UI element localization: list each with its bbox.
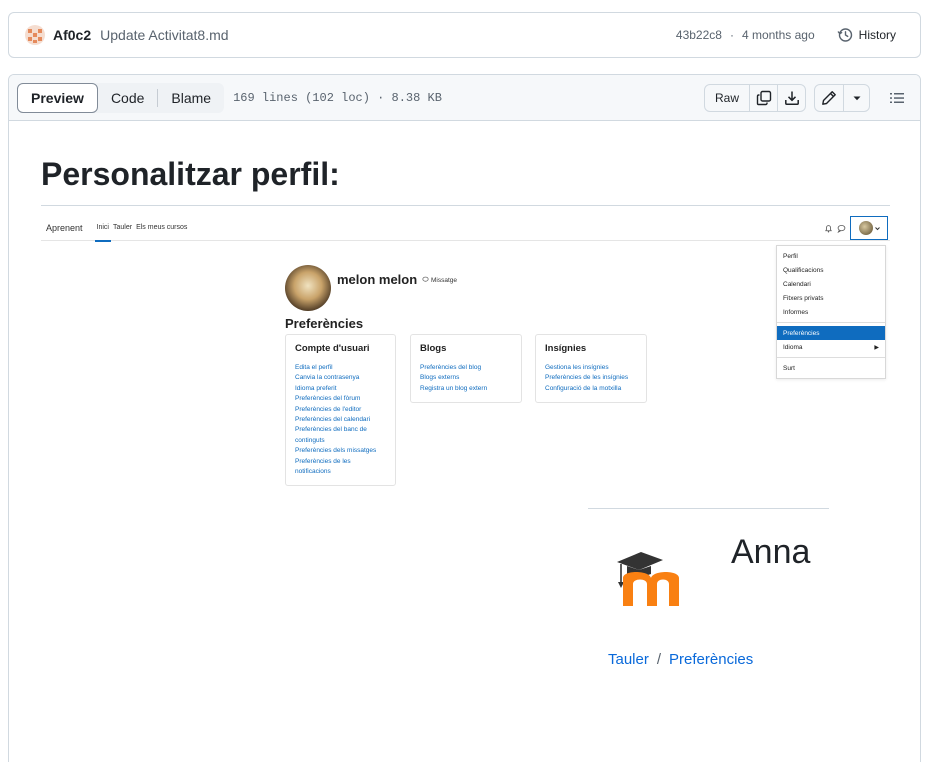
list-icon bbox=[890, 92, 904, 103]
moodle-preferences-title: Preferències bbox=[285, 316, 364, 331]
page-heading: Personalitzar perfil: bbox=[41, 156, 890, 206]
history-icon bbox=[837, 28, 852, 42]
moodle-user-dropdown: Perfil Qualificacions Calendari Fitxers … bbox=[776, 245, 886, 379]
moodle-link: Canvia la contrasenya bbox=[295, 374, 360, 382]
outline-button[interactable] bbox=[882, 84, 912, 112]
moodle-card-title: Insígnies bbox=[545, 343, 587, 354]
download-button[interactable] bbox=[777, 84, 805, 111]
moodle-link: Preferències dels missatges bbox=[295, 447, 377, 455]
moodle-user-menu bbox=[850, 216, 888, 240]
author-avatar[interactable] bbox=[25, 25, 45, 45]
moodle-link: notificacions bbox=[295, 468, 331, 476]
breadcrumb-separator: / bbox=[656, 651, 662, 668]
tab-preview[interactable]: Preview bbox=[17, 82, 98, 113]
commit-author[interactable]: Af0c2 bbox=[53, 27, 91, 43]
moodle-menu-item: Surt bbox=[783, 364, 795, 372]
copy-icon bbox=[756, 90, 771, 105]
moodle-card-account: Compte d'usuari Edita el perfil Canvia l… bbox=[285, 334, 396, 486]
view-mode-switch: Preview Code Blame bbox=[17, 82, 225, 113]
moodle-user-avatar bbox=[858, 221, 873, 235]
moodle-link: Registra un blog extern bbox=[420, 384, 488, 392]
moodle-link: Preferències del calendari bbox=[295, 416, 371, 424]
moodle-menu-item: Fitxers privats bbox=[783, 294, 824, 302]
bell-icon bbox=[825, 224, 832, 232]
copy-button[interactable] bbox=[749, 84, 777, 111]
moodle-menu-item: Qualificacions bbox=[783, 266, 824, 274]
moodle-card-blogs: Blogs Preferències del blog Blogs extern… bbox=[410, 334, 522, 403]
commit-message[interactable]: Update Activitat8.md bbox=[100, 27, 228, 43]
commit-hash[interactable]: 43b22c8 bbox=[676, 28, 722, 42]
moodle-profile-header: melon melon Missatge bbox=[285, 265, 457, 311]
history-label: History bbox=[858, 28, 896, 42]
raw-actions: Raw bbox=[703, 83, 806, 112]
pencil-icon bbox=[822, 90, 836, 105]
moodle-link: continguts bbox=[295, 436, 325, 444]
moodle-menu-item-active: Preferències bbox=[777, 326, 885, 340]
moodle-menu-item: Calendari bbox=[783, 280, 811, 288]
moodle-link: Gestiona les insígnies bbox=[545, 364, 609, 371]
moodle-card-badges: Insígnies Gestiona les insígnies Preferè… bbox=[535, 334, 647, 403]
logo-name: Anna bbox=[731, 533, 811, 571]
moodle-preferences-screenshot: Aprenent Inici Tauler Els meus cursos Pe… bbox=[41, 215, 890, 515]
moodle-card-title: Compte d'usuari bbox=[295, 343, 370, 354]
moodle-link: Preferències del fòrum bbox=[295, 395, 361, 403]
moodle-brand: Aprenent bbox=[46, 222, 83, 233]
moodle-menu-item: Informes bbox=[783, 308, 809, 316]
commit-time: 4 months ago bbox=[741, 28, 815, 42]
moodle-link: Preferències del banc de bbox=[295, 426, 367, 434]
markdown-body: Personalitzar perfil: Aprenent Inici Tau… bbox=[41, 121, 890, 668]
moodle-logo-icon bbox=[617, 552, 679, 606]
moodle-nav-inici: Inici bbox=[94, 215, 112, 242]
raw-button[interactable]: Raw bbox=[705, 85, 749, 111]
moodle-link: Preferències de l'editor bbox=[295, 405, 362, 413]
moodle-link: Idioma preferit bbox=[295, 384, 337, 392]
moodle-navbar: Aprenent Inici Tauler Els meus cursos bbox=[41, 215, 890, 242]
moodle-link: Preferències de les insígnies bbox=[545, 374, 629, 382]
moodle-link: Preferències de les bbox=[295, 457, 351, 465]
moodle-message-link: Missatge bbox=[422, 276, 457, 284]
moodle-nav-cursos: Els meus cursos bbox=[136, 224, 188, 231]
logo-divider bbox=[588, 508, 829, 509]
edit-dropdown-button[interactable] bbox=[843, 84, 869, 111]
history-button[interactable]: History bbox=[829, 23, 904, 47]
chat-icon bbox=[837, 224, 846, 233]
edit-button[interactable] bbox=[815, 85, 843, 111]
commit-meta-separator: · bbox=[729, 28, 734, 42]
file-info: 169 lines (102 loc) · 8.38 KB bbox=[233, 90, 442, 105]
moodle-link: Edita el perfil bbox=[295, 364, 333, 371]
tab-blame[interactable]: Blame bbox=[158, 83, 224, 113]
file-viewer: Preview Code Blame 169 lines (102 loc) ·… bbox=[8, 74, 921, 762]
edit-actions bbox=[814, 83, 870, 112]
moodle-nav-tauler: Tauler bbox=[112, 224, 133, 231]
caret-down-icon bbox=[853, 96, 860, 100]
download-icon bbox=[784, 91, 799, 105]
breadcrumb-tauler[interactable]: Tauler bbox=[608, 651, 649, 668]
file-header: Preview Code Blame 169 lines (102 loc) ·… bbox=[9, 75, 920, 121]
moodle-link: Configuració de la motxilla bbox=[545, 384, 622, 392]
moodle-menu-item: Perfil bbox=[783, 252, 798, 260]
breadcrumb: Tauler / Preferències bbox=[608, 651, 753, 668]
commit-bar: Af0c2 Update Activitat8.md 43b22c8 · 4 m… bbox=[8, 12, 921, 58]
moodle-link: Blogs externs bbox=[420, 374, 460, 382]
moodle-card-title: Blogs bbox=[420, 343, 447, 354]
moodle-menu-item-language: Idioma ▶ bbox=[783, 343, 879, 351]
moodle-profile-avatar bbox=[285, 265, 331, 311]
moodle-link: Preferències del blog bbox=[420, 364, 482, 371]
breadcrumb-preferencies[interactable]: Preferències bbox=[669, 651, 753, 668]
moodle-user-name: melon melon bbox=[337, 271, 418, 287]
tab-code[interactable]: Code bbox=[98, 83, 157, 113]
